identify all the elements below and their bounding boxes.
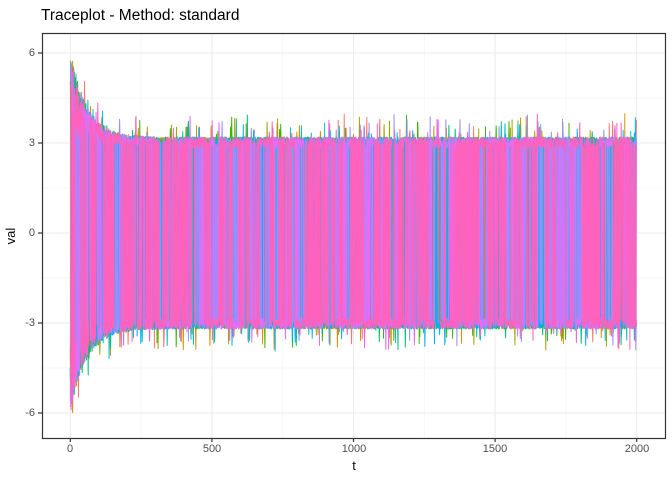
x-tick-label: 0 xyxy=(67,443,73,455)
x-tick-label: 1000 xyxy=(342,443,366,455)
y-tick-label: 3 xyxy=(7,137,35,149)
y-tick-label: -6 xyxy=(7,407,35,419)
y-tick-label: -3 xyxy=(7,317,35,329)
x-tick-label: 1500 xyxy=(483,443,507,455)
traceplot-canvas xyxy=(0,0,672,480)
x-tick-label: 500 xyxy=(203,443,221,455)
x-tick-label: 2000 xyxy=(625,443,649,455)
y-tick-label: 6 xyxy=(7,47,35,59)
x-axis-title: t xyxy=(352,458,356,473)
traceplot-figure: Traceplot - Method: standard 0 500 1000 … xyxy=(0,0,672,480)
y-axis-title: val xyxy=(1,222,21,250)
